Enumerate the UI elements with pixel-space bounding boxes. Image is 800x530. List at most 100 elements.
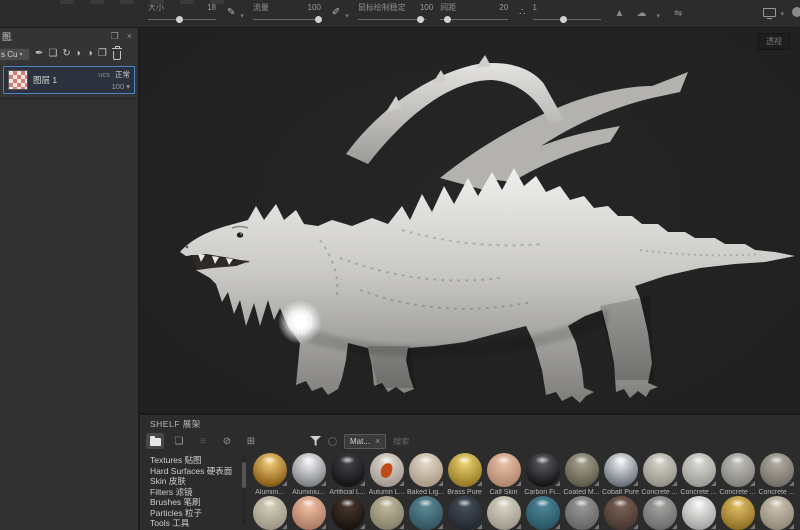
chevron-down-icon[interactable]: ▾ [240, 12, 244, 20]
shelf-category-item[interactable]: Brushes 笔刷 [150, 497, 248, 508]
slider-track[interactable] [148, 15, 216, 23]
add-folder-icon[interactable]: ❐ [98, 48, 107, 60]
new-resource-icon[interactable]: ❏ [170, 433, 188, 449]
material-sphere[interactable] [252, 496, 287, 530]
cloud-icon[interactable]: ☁ [636, 8, 646, 19]
brush-preset-icon[interactable]: ✐ [332, 7, 340, 18]
material-item[interactable]: Artificial L... [328, 453, 367, 496]
add-effect-icon[interactable]: ↻ [62, 48, 70, 60]
material-sphere[interactable] [447, 453, 482, 487]
material-item[interactable]: Baked Lig... [406, 453, 445, 496]
chip-close-icon[interactable]: × [375, 437, 380, 446]
material-item[interactable]: Concrete ... [718, 453, 757, 496]
popout-icon[interactable]: ❐ [111, 31, 119, 42]
material-item[interactable]: Concrete ... [640, 453, 679, 496]
list-view-icon[interactable]: ≡ [194, 433, 212, 449]
material-sphere[interactable] [369, 496, 404, 530]
shelf-category-item[interactable]: Particles 粒子 [150, 508, 248, 519]
filter-chip[interactable]: Mat... × [344, 433, 387, 449]
slider-handle[interactable] [560, 16, 568, 23]
layer-thumbnail[interactable] [8, 70, 28, 90]
material-sphere[interactable] [759, 453, 794, 487]
material-item[interactable]: Autumn L... [367, 453, 406, 496]
material-sphere[interactable] [330, 496, 365, 530]
material-sphere[interactable] [525, 453, 560, 487]
material-sphere[interactable] [759, 496, 794, 530]
material-item[interactable]: Carbon Fi... [523, 453, 562, 496]
slider-track[interactable] [357, 15, 426, 23]
material-sphere[interactable] [447, 496, 482, 530]
material-item[interactable] [445, 496, 484, 530]
material-item[interactable]: Brass Pure [445, 453, 484, 496]
shelf-category-item[interactable]: Skin 皮肤 [150, 476, 248, 487]
slider-handle[interactable] [443, 16, 451, 23]
filter-icon[interactable] [310, 436, 321, 446]
material-sphere[interactable] [603, 496, 638, 530]
import-resources-icon[interactable]: ⊞ [242, 433, 260, 449]
shelf-category-item[interactable]: Tools 工具 [150, 518, 248, 529]
material-sphere[interactable] [681, 453, 716, 487]
layer-row-selected[interactable]: 图层 1 ucs 正常 100 ▾ [3, 66, 135, 94]
material-item[interactable] [757, 496, 796, 530]
material-sphere[interactable] [408, 453, 443, 487]
slider-track[interactable] [532, 15, 601, 23]
material-item[interactable]: Aluminiu... [289, 453, 328, 496]
refresh-icon[interactable] [328, 436, 337, 446]
material-sphere[interactable] [408, 496, 443, 530]
material-sphere[interactable] [564, 496, 599, 530]
brush-preset-icon[interactable]: ∴ [519, 7, 525, 18]
material-sphere[interactable] [330, 453, 365, 487]
slider-handle[interactable] [417, 16, 425, 23]
material-sphere[interactable] [525, 496, 560, 530]
material-item[interactable]: Calf Skin [484, 453, 523, 496]
chevron-down-icon[interactable]: ▾ [656, 12, 660, 20]
shelf-category-item[interactable]: Hard Surfaces 硬表面 [150, 466, 248, 477]
shelf-category-item[interactable]: Filters 滤镜 [150, 487, 248, 498]
material-item[interactable] [328, 496, 367, 530]
material-item[interactable]: Concrete ... [757, 453, 796, 496]
material-sphere[interactable] [291, 496, 326, 530]
cropped-right-icon[interactable] [792, 7, 800, 17]
alignment-icon[interactable]: ▲ [615, 8, 625, 19]
material-sphere[interactable] [369, 453, 404, 487]
delete-layer-icon[interactable] [111, 46, 122, 60]
close-icon[interactable]: × [127, 31, 132, 41]
material-item[interactable]: Alumini... [250, 453, 289, 496]
layer-blend-mode[interactable]: 正常 [115, 70, 130, 79]
category-scrollbar[interactable] [242, 456, 246, 526]
layer-name[interactable]: 图层 1 [33, 74, 93, 86]
material-item[interactable] [250, 496, 289, 530]
material-sphere[interactable] [291, 453, 326, 487]
paint-tool-icon[interactable]: ✒ [35, 48, 43, 60]
chevron-down-icon[interactable]: ▾ [126, 82, 130, 91]
layer-opacity[interactable]: 100 [112, 82, 125, 91]
symmetry-icon[interactable]: ⇋ [674, 8, 682, 19]
material-item[interactable]: Coated M... [562, 453, 601, 496]
material-sphere[interactable] [486, 453, 521, 487]
material-sphere[interactable] [603, 453, 638, 487]
chevron-down-icon[interactable]: ▾ [780, 10, 784, 18]
material-sphere[interactable] [642, 453, 677, 487]
material-item[interactable] [367, 496, 406, 530]
material-sphere[interactable] [642, 496, 677, 530]
folder-view-icon[interactable] [146, 433, 164, 449]
material-item[interactable] [718, 496, 757, 530]
material-sphere[interactable] [681, 496, 716, 530]
search-input[interactable] [393, 436, 464, 446]
material-item[interactable]: Cobalt Pure [601, 453, 640, 496]
channel-dropdown[interactable]: s Cu ▾ [0, 47, 30, 61]
material-item[interactable] [406, 496, 445, 530]
add-layer-icon[interactable]: ❏ [48, 48, 57, 60]
slider-handle[interactable] [315, 16, 323, 23]
viewport-3d[interactable]: 透视 [140, 28, 800, 413]
material-sphere[interactable] [720, 453, 755, 487]
material-item[interactable] [289, 496, 328, 530]
material-sphere[interactable] [252, 453, 287, 487]
slider-track[interactable] [440, 15, 509, 23]
view-mode-button[interactable]: 透视 [758, 33, 790, 50]
hide-resources-icon[interactable]: ⊘ [218, 433, 236, 449]
shelf-category-item[interactable]: Textures 贴图 [150, 455, 248, 466]
material-item[interactable] [484, 496, 523, 530]
add-fill-layer-icon[interactable]: ◗ [76, 48, 82, 60]
material-item[interactable] [562, 496, 601, 530]
